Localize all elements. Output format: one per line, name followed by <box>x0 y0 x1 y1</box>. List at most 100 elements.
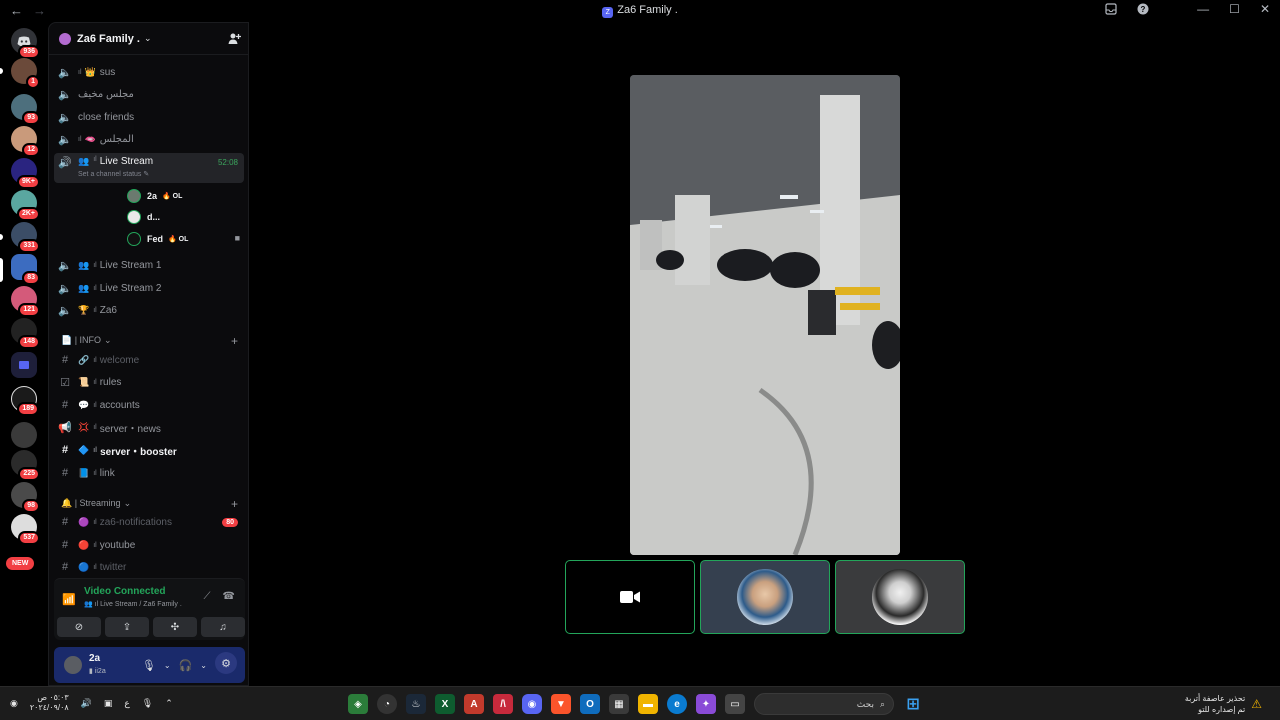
microphone-icon[interactable]: 🎙 <box>142 659 156 672</box>
channel-name: accounts <box>99 399 140 411</box>
participant-tile[interactable] <box>835 560 965 634</box>
volume-icon[interactable]: 🔊 <box>81 698 92 709</box>
voice-channel[interactable]: 🔈 👥 ıl Live Stream 2 <box>54 278 244 298</box>
voice-channel[interactable]: 🔈 👥 ıl Live Stream 1 <box>54 255 244 275</box>
text-channel[interactable]: ☑ 📜 ıl rules <box>54 372 244 392</box>
language-indicator[interactable]: ع <box>124 698 129 709</box>
server-icon[interactable]: 225 <box>11 450 40 481</box>
text-channel[interactable]: # 🔗 ıl welcome <box>54 350 244 370</box>
participant-avatar <box>872 569 928 625</box>
category-streaming[interactable]: 🔔 | Streaming ⌄ + <box>61 497 251 511</box>
microphone-icon[interactable]: 🎙 <box>142 698 153 709</box>
voice-user[interactable]: Fed 🔥 OL <box>127 230 188 248</box>
maximize-icon[interactable]: ☐ <box>1229 2 1240 16</box>
guild-header[interactable]: Za6 Family . ⌄ <box>49 23 249 55</box>
inbox-icon[interactable] <box>1105 3 1117 15</box>
participant-tile[interactable] <box>700 560 830 634</box>
server-icon[interactable]: 1 <box>11 58 40 89</box>
camera-off-button[interactable]: ⊘ <box>57 617 101 637</box>
avatar <box>127 189 141 203</box>
server-icon[interactable]: 93 <box>11 94 40 125</box>
server-icon-za6[interactable]: 83 <box>11 254 40 285</box>
windows-start-icon[interactable]: ⊞ <box>903 694 923 714</box>
headphones-icon[interactable]: 🎧 <box>179 659 193 672</box>
clock[interactable]: ٠٥:٠٣ ص ٢٠٢٤/٠٩/٠٨ <box>30 693 69 713</box>
task-view-icon[interactable]: ▭ <box>725 694 745 714</box>
settings-button[interactable]: ⚙ <box>215 652 237 674</box>
app-icon[interactable]: A <box>464 694 484 714</box>
outlook-icon[interactable]: O <box>580 694 600 714</box>
voice-channel[interactable]: 🔈 close friends <box>54 107 244 127</box>
voice-channel-active[interactable]: 🔊 👥 ıl Live Stream 52:08 Set a channel s… <box>54 153 244 183</box>
network-icon[interactable]: ▣ <box>104 698 113 709</box>
chevron-down-icon: ⌄ <box>104 335 112 345</box>
steam-icon[interactable]: ♨ <box>406 694 426 714</box>
text-channel[interactable]: # 🔵 ıl twitter <box>54 557 244 577</box>
noise-suppression-icon[interactable]: ⟋ <box>204 591 211 602</box>
home-button[interactable]: 936 <box>11 28 40 59</box>
screen-share-icon: ⇪ <box>122 621 132 633</box>
voice-user[interactable]: 2a 🔥 OL <box>127 187 182 205</box>
text-channel[interactable]: # 💬 ıl accounts <box>54 395 244 415</box>
copilot-icon[interactable]: ✦ <box>696 694 716 714</box>
search-box[interactable]: بحث ⌕ <box>754 693 894 715</box>
add-member-icon[interactable] <box>228 32 241 45</box>
username[interactable]: 2a <box>89 653 100 664</box>
brave-icon[interactable]: ▼ <box>551 694 571 714</box>
server-icon[interactable]: 98 <box>11 482 40 513</box>
status-icon: ▮ <box>89 668 93 675</box>
file-explorer-icon[interactable]: ▬ <box>638 694 658 714</box>
server-icon[interactable] <box>11 422 37 448</box>
app-icon[interactable]: /\ <box>493 694 513 714</box>
folder-icon[interactable] <box>11 352 37 378</box>
chevron-down-icon[interactable]: ⌄ <box>164 661 171 670</box>
server-icon[interactable]: 9K+ <box>11 158 40 189</box>
unread-pill <box>0 68 3 74</box>
text-channel[interactable]: # 🟣 ıl za6-notifications 80 <box>54 512 244 532</box>
close-icon[interactable]: ✕ <box>1260 2 1270 16</box>
activities-button[interactable]: ✣ <box>153 617 197 637</box>
participant-tile-camera-off[interactable] <box>565 560 695 634</box>
voice-user[interactable]: d... <box>127 208 160 226</box>
chevron-up-icon[interactable]: ⌃ <box>165 698 173 709</box>
add-channel-icon[interactable]: + <box>231 497 238 511</box>
disconnect-icon[interactable]: ☎ <box>223 591 235 602</box>
announcement-channel[interactable]: 📢 💢 ıl server・news <box>54 417 244 437</box>
server-icon[interactable]: 12 <box>11 126 40 157</box>
voice-channel[interactable]: 🔈 ıl 🫦 المجلس <box>54 129 244 149</box>
soundboard-button[interactable]: ♫ <box>201 617 245 637</box>
taskbar: ◉ ٠٥:٠٣ ص ٢٠٢٤/٠٩/٠٨ 🔊 ▣ ع 🎙 ⌃ ◈ ◔ ♨ X A… <box>0 686 1280 720</box>
channel-status-prompt[interactable]: Set a channel status ✎ <box>78 170 149 178</box>
store-icon[interactable]: ▦ <box>609 694 629 714</box>
voice-location[interactable]: 👥 ıl Live Stream / Za6 Family . <box>84 600 182 608</box>
add-channel-icon[interactable]: + <box>231 334 238 348</box>
weather-notification[interactable]: تحذير عاصفة أتربة تم إصداره للتو <box>1185 693 1245 715</box>
screen-share-button[interactable]: ⇪ <box>105 617 149 637</box>
minimize-icon[interactable]: — <box>1197 2 1209 16</box>
text-channel[interactable]: # 📘 ıl link <box>54 463 244 483</box>
server-icon[interactable]: 537 <box>11 514 40 545</box>
help-icon[interactable]: ? <box>1137 3 1149 15</box>
server-icon[interactable]: 148 <box>11 318 40 349</box>
excel-icon[interactable]: X <box>435 694 455 714</box>
text-channel-unread[interactable]: # 🔷 ıl server・booster <box>54 440 244 460</box>
chevron-down-icon[interactable]: ⌄ <box>200 661 207 670</box>
server-icon[interactable]: 121 <box>11 286 40 317</box>
tray-app-icon[interactable]: ◉ <box>10 698 18 709</box>
voice-channel[interactable]: 🔈 🏆 ıl Za6 <box>54 300 244 320</box>
server-icon[interactable]: 331 <box>11 222 40 253</box>
app-icon[interactable]: ◈ <box>348 694 368 714</box>
avatar[interactable] <box>62 654 84 676</box>
server-icon[interactable]: 2K+ <box>11 190 40 221</box>
server-icon[interactable]: 189 <box>11 386 39 416</box>
stream-video[interactable] <box>630 75 900 555</box>
voice-status[interactable]: Video Connected <box>84 586 166 597</box>
voice-channel[interactable]: 🔈 مجلس مخيف <box>54 84 244 104</box>
edge-icon[interactable]: e <box>667 694 687 714</box>
text-channel[interactable]: # 🔴 ıl youtube <box>54 535 244 555</box>
app-icon[interactable]: ◔ <box>377 694 397 714</box>
category-info[interactable]: 📄 | INFO ⌄ + <box>61 334 251 348</box>
discord-icon[interactable]: ◉ <box>522 694 542 714</box>
voice-channel[interactable]: 🔈 ıl 👑 sus <box>54 62 244 82</box>
channel-name: rules <box>99 376 122 388</box>
